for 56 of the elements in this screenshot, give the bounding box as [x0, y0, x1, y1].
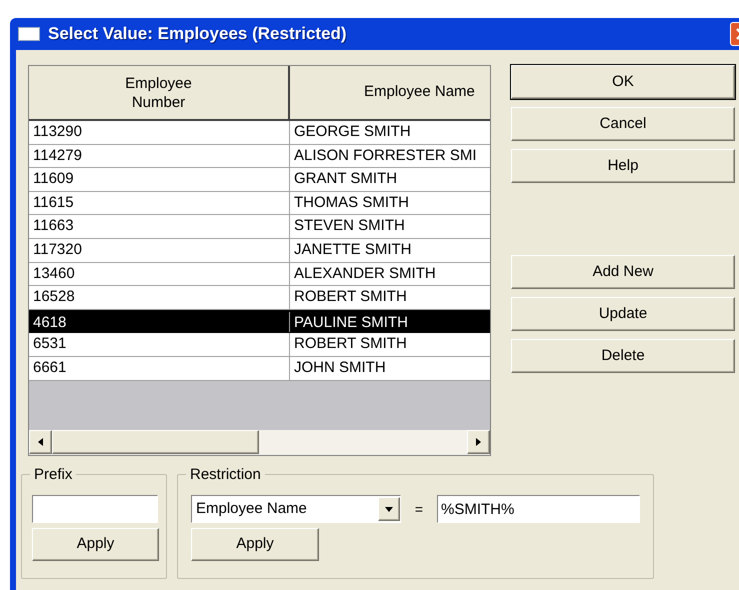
right-arrow-icon — [476, 438, 481, 446]
table-cell-text: PAULINE SMITH — [293, 312, 409, 332]
column-header[interactable]: Employee Number — [29, 66, 290, 121]
table-cell: 4618 — [29, 312, 290, 332]
table-row[interactable]: 11609 GRANT SMITH — [29, 168, 490, 192]
table-row[interactable]: 11615 THOMAS SMITH — [29, 192, 490, 216]
value-field[interactable]: %SMITH% — [437, 495, 640, 523]
table-cell-text: ALEXANDER SMITH — [293, 264, 437, 284]
table-row[interactable]: 114279 ALISON FORRESTER SMI — [29, 144, 490, 168]
table-row[interactable]: 13460 ALEXANDER SMITH — [29, 262, 490, 286]
table-row[interactable]: 117320 JANETTE SMITH — [29, 238, 490, 263]
dialog-button[interactable]: Add New — [511, 255, 735, 289]
table-cell: 11609 — [29, 168, 290, 191]
table-row[interactable]: 11663 STEVEN SMITH — [29, 215, 490, 239]
default-button[interactable]: OK — [511, 65, 735, 99]
table-cell: 13460 — [29, 262, 290, 286]
dialog-button[interactable]: Update — [511, 297, 735, 331]
table-cell: 6531 — [29, 333, 290, 356]
table-row[interactable]: 6661 JOHN SMITH — [29, 356, 490, 381]
table-cell-text: GEORGE SMITH — [293, 122, 412, 142]
scroll-left-button[interactable] — [29, 430, 52, 454]
table-cell-text: STEVEN SMITH — [293, 216, 406, 236]
dialog-button[interactable]: Delete — [511, 339, 735, 373]
table-cell: 6661 — [29, 356, 290, 380]
table-cell-text: THOMAS SMITH — [293, 192, 410, 213]
prefix-field[interactable] — [32, 495, 158, 523]
left-arrow-icon — [38, 438, 43, 446]
dialog-button[interactable]: Cancel — [511, 107, 735, 141]
equals-sign: = — [414, 500, 423, 518]
column-header[interactable]: Employee Name — [290, 66, 490, 121]
scroll-right-button[interactable] — [467, 430, 490, 454]
table-cell: 114279 — [29, 144, 290, 168]
dialog-button[interactable]: Help — [511, 149, 735, 183]
table-cell: 11615 — [29, 192, 290, 214]
table-cell-text: JOHN SMITH — [293, 358, 387, 378]
table-row[interactable]: 16528 ROBERT SMITH — [29, 286, 490, 310]
table-row[interactable]: 4618 PAULINE SMITH — [29, 310, 490, 334]
table-cell: 117320 — [29, 238, 290, 262]
table-cell: 11663 — [29, 215, 290, 238]
dropdown-arrow-icon — [384, 506, 393, 512]
window-title: Select Value: Employees (Restricted) — [48, 23, 347, 46]
field-dropdown[interactable]: Employee Name — [191, 495, 401, 523]
table-cell-text: JANETTE SMITH — [293, 240, 413, 260]
dialog-button[interactable]: Apply — [32, 528, 159, 561]
table-row[interactable]: 6531 ROBERT SMITH — [29, 333, 490, 357]
table-cell-text: ROBERT SMITH — [293, 287, 408, 308]
table-row[interactable]: 113290 GEORGE SMITH — [29, 121, 490, 145]
table-cell: 16528 — [29, 286, 290, 309]
window-icon — [18, 27, 40, 41]
table-cell-text: GRANT SMITH — [293, 169, 398, 190]
scroll-thumb[interactable] — [52, 430, 259, 454]
horizontal-scrollbar[interactable] — [29, 430, 490, 455]
table-cell-text: ROBERT SMITH — [293, 334, 408, 354]
table-cell-text: ALISON FORRESTER SMI — [293, 146, 478, 166]
dialog-button[interactable]: Apply — [191, 528, 319, 561]
table-cell: 113290 — [29, 121, 290, 144]
